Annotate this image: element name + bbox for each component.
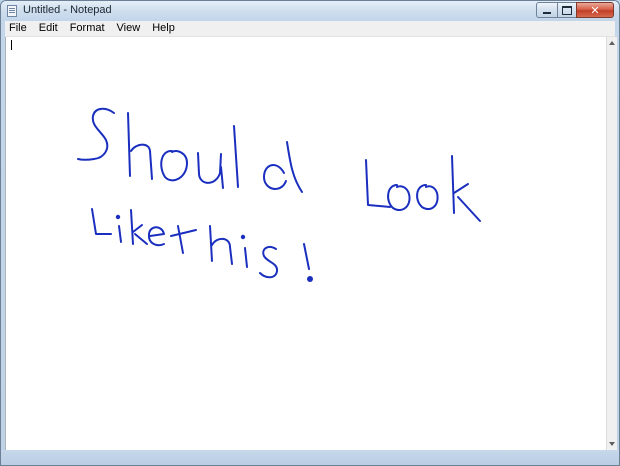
ink-letter-h	[127, 112, 153, 180]
ink-letter-t	[170, 225, 197, 254]
handwriting-ink	[77, 107, 481, 282]
ink-letter-e	[147, 226, 165, 247]
text-editor-area[interactable]	[5, 37, 606, 450]
ink-letter-small-l	[91, 208, 112, 235]
ink-letter-h2	[209, 225, 233, 265]
notepad-window: Untitled - Notepad ✕ File Edit Format Vi…	[0, 0, 620, 466]
ink-letter-u	[197, 152, 224, 189]
ink-letter-s	[77, 107, 115, 161]
ink-letter-d	[263, 141, 303, 193]
ink-letter-k	[451, 155, 481, 222]
ink-letter-big-l	[365, 159, 391, 208]
scroll-down-icon[interactable]	[609, 442, 615, 446]
ink-exclamation-dot	[307, 276, 313, 282]
ink-letter-o2	[387, 184, 411, 212]
ink-letter-o	[160, 150, 188, 182]
ink-letter-l	[233, 125, 239, 188]
ink-letter-i	[118, 225, 122, 243]
ink-letter-i2	[244, 247, 248, 268]
ink-letter-s2	[259, 246, 279, 279]
window-bottom-frame	[1, 450, 619, 465]
scroll-up-icon[interactable]	[609, 41, 615, 45]
vertical-scrollbar[interactable]	[606, 37, 617, 450]
ink-i2-dot	[240, 234, 246, 240]
ink-letter-o3	[416, 184, 439, 211]
ink-exclamation	[303, 243, 310, 270]
ink-letter-k2	[130, 209, 148, 245]
ink-i-dot	[115, 214, 121, 220]
